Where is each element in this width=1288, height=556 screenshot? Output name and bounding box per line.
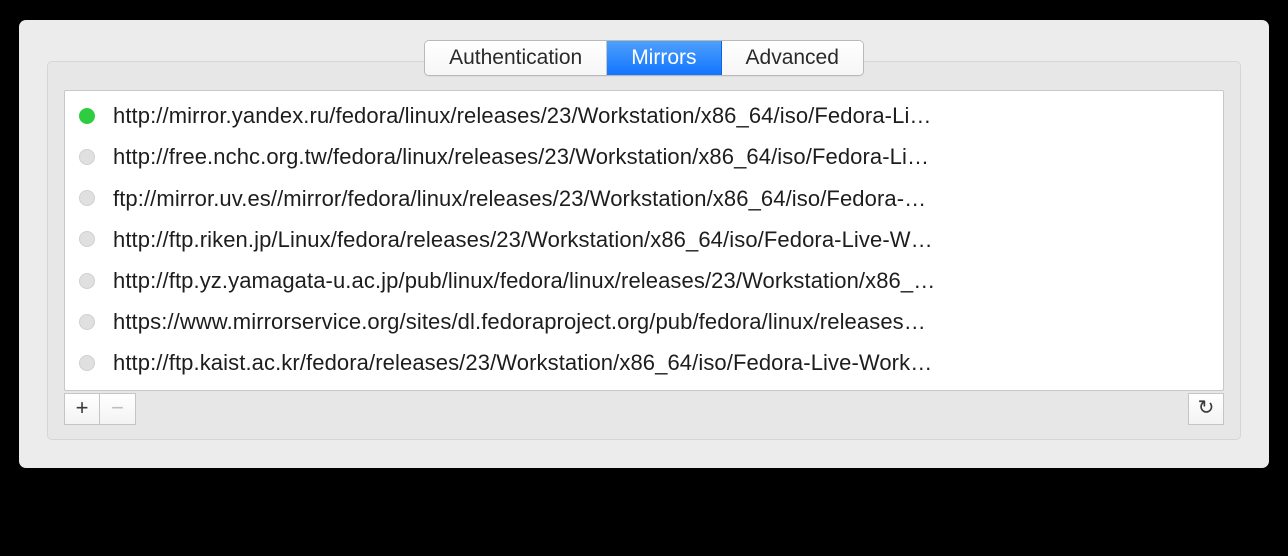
status-dot-icon	[79, 314, 95, 330]
reload-button[interactable]: ↻	[1188, 393, 1224, 425]
plus-icon: +	[76, 395, 89, 421]
tab-bar: Authentication Mirrors Advanced	[19, 40, 1269, 76]
tab-mirrors[interactable]: Mirrors	[607, 41, 721, 75]
list-item[interactable]: http://ftp.riken.jp/Linux/fedora/release…	[65, 219, 1223, 260]
list-item[interactable]: http://ftp.yz.yamagata-u.ac.jp/pub/linux…	[65, 260, 1223, 301]
mirror-url: https://www.mirrorservice.org/sites/dl.f…	[113, 304, 1211, 339]
segmented-control: Authentication Mirrors Advanced	[424, 40, 864, 76]
list-item[interactable]: https://www.mirrorservice.org/sites/dl.f…	[65, 301, 1223, 342]
status-dot-icon	[79, 355, 95, 371]
mirror-url: http://ftp.yz.yamagata-u.ac.jp/pub/linux…	[113, 263, 1211, 298]
mirrors-panel: http://mirror.yandex.ru/fedora/linux/rel…	[47, 61, 1241, 439]
add-button[interactable]: +	[64, 393, 100, 425]
list-item[interactable]: ftp://mirror.uv.es//mirror/fedora/linux/…	[65, 178, 1223, 219]
window-body: Authentication Mirrors Advanced http://m…	[19, 20, 1269, 468]
mirror-url: http://ftp.kaist.ac.kr/fedora/releases/2…	[113, 345, 1211, 380]
mirror-list[interactable]: http://mirror.yandex.ru/fedora/linux/rel…	[64, 90, 1224, 390]
status-dot-icon	[79, 273, 95, 289]
list-toolbar: + − ↻	[64, 393, 1224, 425]
reload-icon: ↻	[1198, 395, 1215, 420]
status-dot-icon	[79, 190, 95, 206]
status-dot-icon	[79, 231, 95, 247]
tab-authentication[interactable]: Authentication	[425, 41, 607, 75]
mirror-url: http://ftp.riken.jp/Linux/fedora/release…	[113, 222, 1211, 257]
list-item[interactable]: http://ftp.kaist.ac.kr/fedora/releases/2…	[65, 342, 1223, 383]
mirror-url: ftp://mirror.uv.es//mirror/fedora/linux/…	[113, 181, 1211, 216]
mirror-url: http://free.nchc.org.tw/fedora/linux/rel…	[113, 139, 1211, 174]
minus-icon: −	[111, 395, 124, 421]
status-dot-icon	[79, 108, 95, 124]
list-item[interactable]: http://free.nchc.org.tw/fedora/linux/rel…	[65, 136, 1223, 177]
list-item[interactable]: http://mirror.yandex.ru/fedora/linux/rel…	[65, 95, 1223, 136]
status-dot-icon	[79, 149, 95, 165]
tab-advanced[interactable]: Advanced	[722, 41, 863, 75]
preferences-window: Authentication Mirrors Advanced http://m…	[19, 20, 1269, 468]
mirror-url: http://mirror.yandex.ru/fedora/linux/rel…	[113, 98, 1211, 133]
remove-button[interactable]: −	[100, 393, 136, 425]
